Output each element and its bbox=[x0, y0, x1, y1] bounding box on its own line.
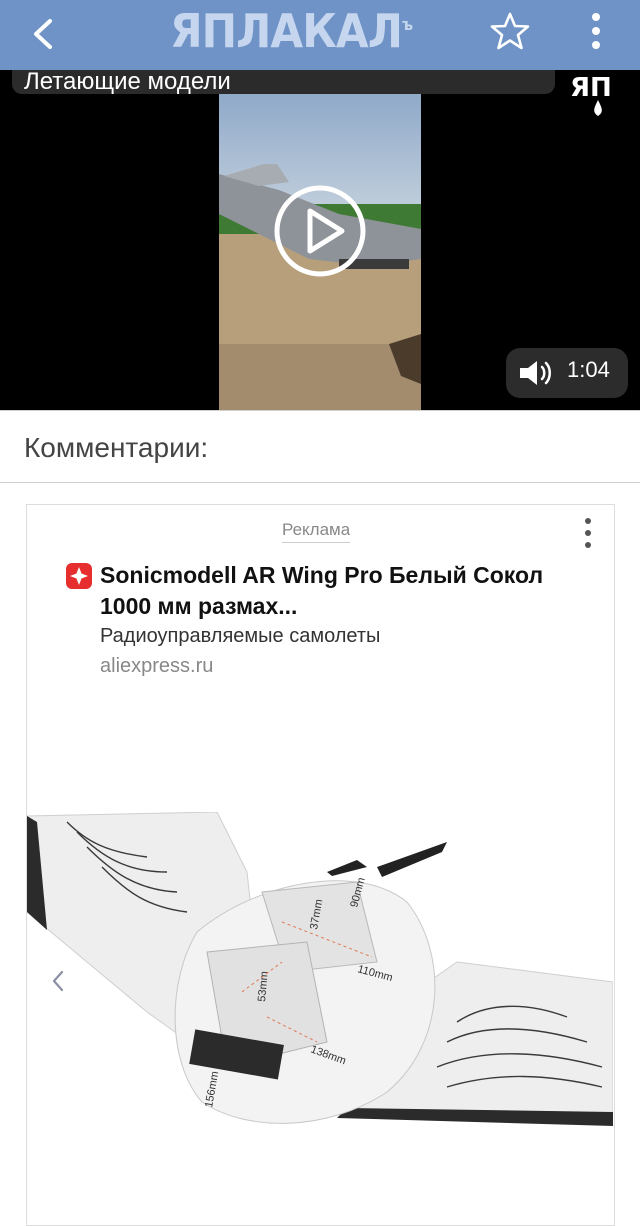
ad-subtitle: Радиоуправляемые самолеты bbox=[100, 625, 381, 647]
video-title: Летающие модели bbox=[24, 70, 231, 95]
product-image[interactable]: 37mm 90mm 110mm 53mm 138mm 156mm bbox=[27, 812, 613, 1148]
chevron-left-icon[interactable] bbox=[48, 968, 68, 994]
chevron-left-icon[interactable] bbox=[18, 9, 68, 59]
site-watermark: ЯП bbox=[570, 73, 612, 116]
play-circle-icon[interactable] bbox=[272, 183, 368, 279]
video-duration: 1:04 bbox=[567, 357, 610, 382]
speaker-icon[interactable] bbox=[518, 358, 554, 388]
ad-label: Реклама bbox=[282, 520, 351, 543]
video-player[interactable]: Летающие модели ЯП 1:04 bbox=[0, 70, 640, 410]
top-app-bar: ЯПЛАКАЛъ bbox=[0, 0, 640, 70]
ad-title[interactable]: Sonicmodell AR Wing Pro Белый Сокол 1000… bbox=[100, 560, 580, 622]
more-vertical-icon[interactable] bbox=[578, 8, 614, 54]
divider bbox=[0, 410, 640, 411]
ad-domain[interactable]: aliexpress.ru bbox=[100, 655, 213, 678]
site-logo[interactable]: ЯПЛАКАЛъ bbox=[170, 6, 413, 56]
more-vertical-icon[interactable] bbox=[577, 515, 599, 551]
svg-text:ЯП: ЯП bbox=[570, 73, 612, 103]
divider bbox=[0, 482, 640, 483]
comments-heading: Комментарии: bbox=[24, 432, 209, 463]
aliexpress-icon bbox=[66, 563, 92, 589]
star-outline-icon[interactable] bbox=[488, 9, 532, 53]
